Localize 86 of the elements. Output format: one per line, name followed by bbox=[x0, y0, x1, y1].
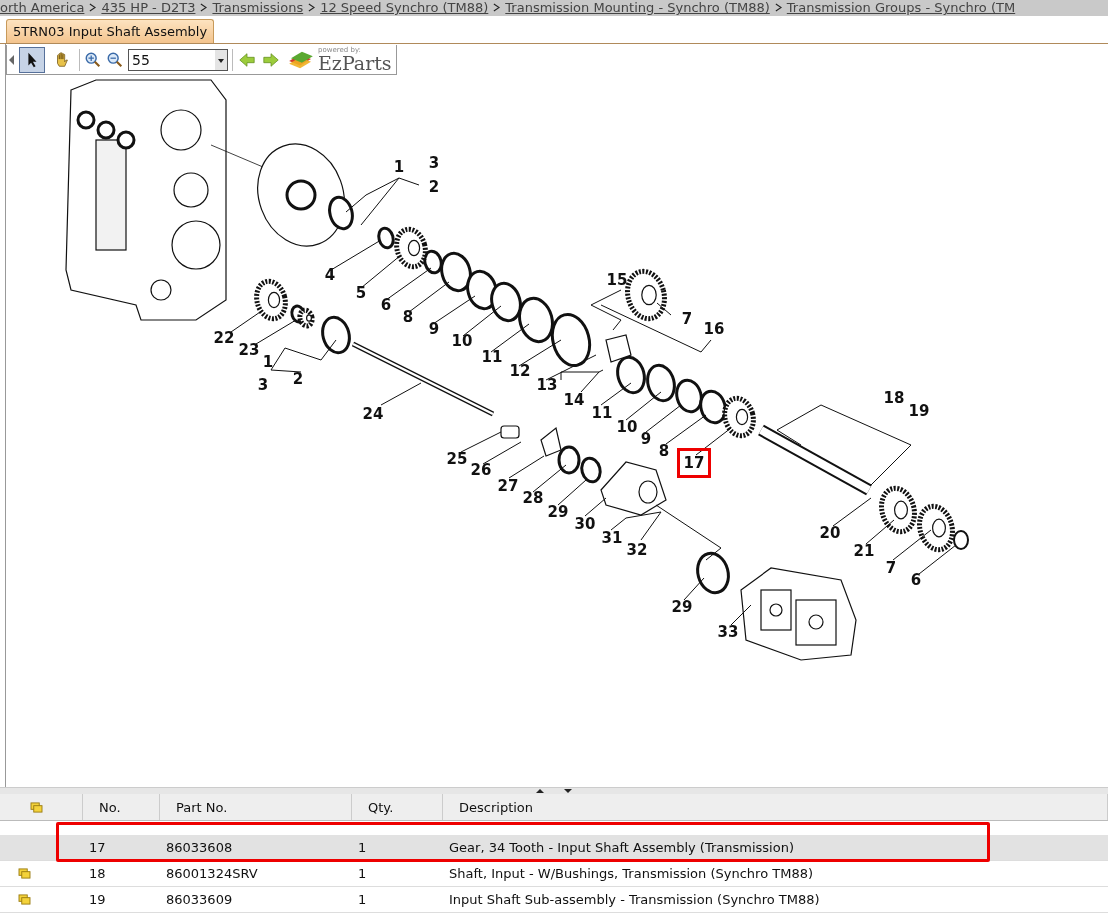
breadcrumb-link[interactable]: 12 Speed Synchro (TM88) bbox=[320, 0, 489, 16]
callout-number[interactable]: 18 bbox=[882, 388, 906, 409]
callout-number[interactable]: 8 bbox=[396, 307, 420, 328]
callout-number[interactable]: 27 bbox=[496, 476, 520, 497]
callout-number[interactable]: 13 bbox=[535, 375, 559, 396]
callout-number[interactable]: 33 bbox=[716, 622, 740, 643]
column-header[interactable]: No. bbox=[83, 794, 160, 820]
table-cell-text: 19 bbox=[88, 892, 107, 907]
zoom-out-icon[interactable] bbox=[106, 50, 124, 69]
chevron-icon bbox=[774, 3, 782, 13]
callout-number[interactable]: 29 bbox=[546, 502, 570, 523]
callout-number[interactable]: 11 bbox=[590, 403, 614, 424]
table-row[interactable]: 17 86033608 1 Gear, 34 Tooth - Input Shaft Assembly (Transmission) bbox=[0, 835, 1108, 861]
callout-number[interactable]: 3 bbox=[251, 375, 275, 396]
table-cell-text: 18 bbox=[88, 866, 107, 881]
column-header[interactable]: Qty. bbox=[352, 794, 443, 820]
callout-number[interactable]: 23 bbox=[237, 340, 261, 361]
chevron-icon bbox=[493, 3, 501, 13]
table-cell-text: 1 bbox=[357, 866, 368, 881]
table-cell-text: 86033608 bbox=[165, 840, 234, 855]
column-header[interactable]: Description bbox=[443, 794, 1108, 820]
callout-number[interactable]: 8 bbox=[652, 441, 676, 462]
table-cell-text: 1 bbox=[357, 892, 368, 907]
callout-number[interactable]: 25 bbox=[445, 449, 469, 470]
callout-number[interactable]: 17 bbox=[677, 448, 711, 479]
callout-number[interactable]: 20 bbox=[818, 523, 842, 544]
breadcrumb-link[interactable]: orth America bbox=[0, 0, 85, 16]
breadcrumb-link[interactable]: Transmission Groups - Synchro (TM bbox=[786, 0, 1016, 16]
note-icon[interactable] bbox=[18, 868, 31, 879]
callout-number[interactable]: 6 bbox=[904, 570, 928, 591]
forward-arrow-icon[interactable] bbox=[261, 50, 281, 69]
pointer-tool-button[interactable] bbox=[19, 46, 45, 73]
callout-number[interactable]: 22 bbox=[212, 328, 236, 349]
callout-number[interactable]: 7 bbox=[675, 309, 699, 330]
callout-number[interactable]: 1 bbox=[387, 157, 411, 178]
table-cell-text: 86033609 bbox=[165, 892, 234, 907]
breadcrumb-link[interactable]: Transmissions bbox=[212, 0, 304, 16]
note-icon bbox=[29, 801, 43, 813]
logo-wordmark: EzParts bbox=[318, 53, 392, 73]
callout-number[interactable]: 16 bbox=[702, 319, 726, 340]
back-arrow-icon[interactable] bbox=[237, 50, 257, 69]
callout-number[interactable]: 5 bbox=[349, 283, 373, 304]
chevron-icon bbox=[89, 3, 97, 13]
scroll-left-icon[interactable] bbox=[9, 54, 15, 65]
callout-number[interactable]: 14 bbox=[562, 390, 586, 411]
callout-number[interactable]: 3 bbox=[422, 153, 446, 174]
callout-number[interactable]: 19 bbox=[907, 401, 931, 422]
table-cell-text: Shaft, Input - W/Bushings, Transmission (Synchro TM88) bbox=[448, 866, 814, 881]
callout-number[interactable]: 32 bbox=[625, 540, 649, 561]
callout-number[interactable]: 11 bbox=[480, 347, 504, 368]
chevron-icon bbox=[200, 3, 208, 13]
table-cell-text: 17 bbox=[88, 840, 107, 855]
note-icon[interactable] bbox=[18, 894, 31, 905]
zoom-in-icon[interactable] bbox=[84, 50, 102, 69]
zoom-combo-box[interactable]: 55 bbox=[128, 48, 228, 71]
callout-number[interactable]: 12 bbox=[508, 361, 532, 382]
callout-number[interactable]: 6 bbox=[374, 295, 398, 316]
callout-number[interactable]: 30 bbox=[573, 514, 597, 535]
table-row[interactable]: 19 86033609 1 Input Shaft Sub-assembly - Transmission (Synchro TM88) bbox=[0, 887, 1108, 913]
callout-number[interactable]: 26 bbox=[469, 460, 493, 481]
callout-number[interactable]: 7 bbox=[879, 558, 903, 579]
callout-number[interactable]: 29 bbox=[670, 597, 694, 618]
breadcrumb-link[interactable]: 435 HP - D2T3 bbox=[101, 0, 196, 16]
assembly-tab[interactable]: 5TRN03 Input Shaft Assembly bbox=[6, 19, 215, 44]
callout-number[interactable]: 31 bbox=[600, 528, 624, 549]
callout-number[interactable]: 10 bbox=[450, 331, 474, 352]
table-cell-text: 86001324SRV bbox=[165, 866, 259, 881]
table-cell-text: 1 bbox=[357, 840, 368, 855]
callout-number[interactable]: 24 bbox=[361, 404, 385, 425]
collapse-arrows-icon[interactable] bbox=[534, 787, 574, 795]
table-row[interactable]: 18 86001324SRV 1 Shaft, Input - W/Bushings, Transmission (Synchro TM88) bbox=[0, 861, 1108, 887]
callout-number[interactable]: 21 bbox=[852, 541, 876, 562]
chevron-icon bbox=[308, 3, 316, 13]
dropdown-caret-icon[interactable] bbox=[215, 49, 227, 70]
callout-number[interactable]: 2 bbox=[422, 177, 446, 198]
breadcrumb-link[interactable]: Transmission Mounting - Synchro (TM88) bbox=[505, 0, 770, 16]
logo-icon bbox=[287, 49, 315, 70]
callout-number[interactable]: 10 bbox=[615, 417, 639, 438]
callout-number[interactable]: 28 bbox=[521, 488, 545, 509]
table-cell-text: Input Shaft Sub-assembly - Transmission (Synchro TM88) bbox=[448, 892, 821, 907]
callout-number[interactable]: 9 bbox=[422, 319, 446, 340]
callout-number[interactable]: 15 bbox=[605, 270, 629, 291]
callout-number[interactable]: 2 bbox=[286, 369, 310, 390]
table-cell-text: Gear, 34 Tooth - Input Shaft Assembly (Transmission) bbox=[448, 840, 795, 855]
callout-number[interactable]: 4 bbox=[318, 265, 342, 286]
column-header[interactable]: Part No. bbox=[160, 794, 352, 820]
